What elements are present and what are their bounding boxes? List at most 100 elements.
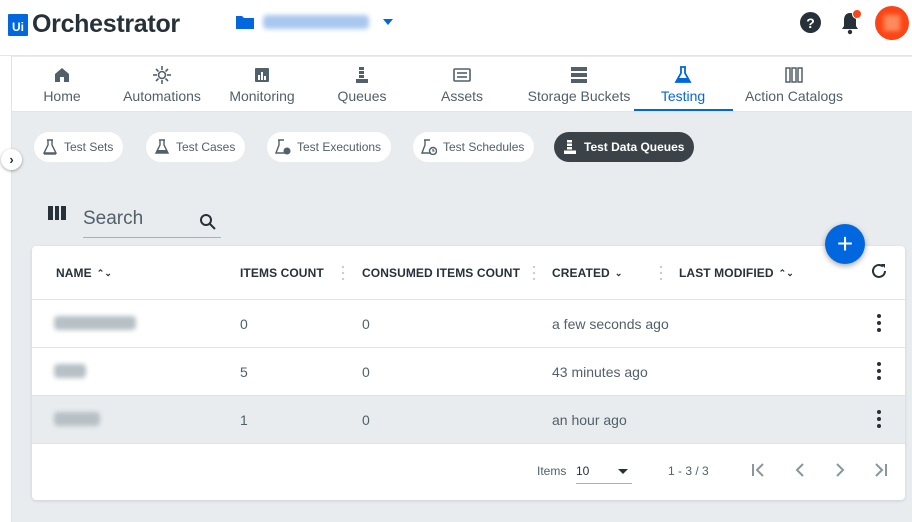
catalog-icon: [785, 67, 803, 83]
previous-page-icon[interactable]: [791, 461, 809, 479]
search-field: [83, 206, 221, 238]
grid-header: NAME ⌃⌄ ITEMS COUNT CONSUMED ITEMS COUNT…: [32, 246, 905, 300]
testing-icon: [674, 66, 692, 83]
app-logo[interactable]: Ui Orchestrator: [8, 10, 180, 39]
chip-test-cases[interactable]: Test Cases: [146, 132, 246, 162]
automations-icon: [153, 66, 171, 84]
nav-monitoring[interactable]: Monitoring: [224, 57, 300, 112]
column-header-last-modified[interactable]: LAST MODIFIED ⌃⌄: [679, 266, 794, 280]
column-header-name[interactable]: NAME ⌃⌄: [56, 266, 112, 280]
last-page-icon[interactable]: [871, 461, 889, 479]
nav-label: Monitoring: [229, 88, 295, 104]
table-row[interactable]: 5 0 43 minutes ago: [32, 348, 905, 396]
nav-testing[interactable]: Testing: [646, 57, 720, 112]
nav-assets[interactable]: Assets: [432, 57, 492, 112]
chip-test-data-queues[interactable]: Test Data Queues: [554, 132, 695, 162]
search-icon[interactable]: [199, 213, 217, 231]
created-cell: 43 minutes ago: [552, 364, 648, 380]
chip-test-executions[interactable]: Test Executions: [267, 132, 392, 162]
test-schedules-icon: [421, 139, 437, 155]
chip-label: Test Cases: [176, 140, 236, 154]
nav-queues[interactable]: Queues: [330, 57, 394, 112]
assets-icon: [453, 68, 471, 82]
sort-desc-icon: ⌄: [614, 267, 623, 278]
top-bar: Ui Orchestrator ?: [0, 0, 912, 56]
table-row[interactable]: 0 0 a few seconds ago: [32, 300, 905, 348]
folder-selector[interactable]: [235, 14, 393, 30]
search-input[interactable]: [83, 206, 193, 232]
test-cases-icon: [154, 139, 170, 154]
consumed-cell: 0: [362, 364, 370, 380]
columns-icon[interactable]: [48, 206, 67, 220]
page-range: 1 - 3 / 3: [668, 464, 709, 478]
chip-label: Test Executions: [297, 140, 382, 154]
main-nav: Home Automations Monitoring Queues Asset…: [12, 57, 912, 112]
chip-label: Test Sets: [64, 140, 114, 154]
items-label: Items: [537, 464, 567, 478]
consumed-cell: 0: [362, 316, 370, 332]
queues-icon: [356, 67, 368, 83]
page-size-select[interactable]: 10: [576, 458, 632, 484]
items-count-cell: 5: [240, 364, 248, 380]
column-header-consumed-items-count[interactable]: CONSUMED ITEMS COUNT: [362, 266, 520, 280]
table-row[interactable]: 1 0 an hour ago: [32, 396, 905, 444]
row-name-redacted: [54, 364, 86, 378]
nav-action-catalogs[interactable]: Action Catalogs: [742, 57, 846, 112]
left-rail: [0, 56, 12, 522]
more-options-icon[interactable]: [876, 362, 882, 380]
first-page-icon[interactable]: [750, 461, 768, 479]
nav-storage-buckets[interactable]: Storage Buckets: [518, 57, 640, 112]
add-button[interactable]: +: [825, 224, 865, 264]
monitoring-icon: [255, 68, 269, 82]
avatar[interactable]: [875, 6, 909, 40]
chevron-down-icon: [383, 19, 393, 25]
consumed-cell: 0: [362, 412, 370, 428]
sort-icon: ⌃⌄: [778, 267, 794, 278]
chip-label: Test Data Queues: [584, 140, 685, 154]
items-count-cell: 0: [240, 316, 248, 332]
sort-icon: ⌃⌄: [96, 267, 113, 278]
chevron-down-icon: [618, 469, 628, 474]
notification-dot: [852, 9, 862, 19]
column-header-items-count[interactable]: ITEMS COUNT: [240, 266, 324, 280]
chip-label: Test Schedules: [443, 140, 525, 154]
row-name-redacted: [54, 316, 136, 330]
column-header-created[interactable]: CREATED ⌄: [552, 266, 622, 280]
test-executions-icon: [275, 139, 291, 155]
storage-icon: [571, 67, 587, 83]
page-size-value: 10: [576, 464, 590, 478]
active-tab-indicator: [634, 109, 733, 111]
queues-icon: [564, 140, 576, 154]
chevron-right-icon[interactable]: ›: [1, 149, 22, 170]
nav-label: Home: [43, 88, 81, 104]
test-sets-icon: [42, 139, 58, 155]
next-page-icon[interactable]: [831, 461, 849, 479]
nav-label: Automations: [123, 88, 201, 104]
logo-mark: Ui: [8, 13, 28, 36]
created-cell: an hour ago: [552, 412, 627, 428]
nav-label: Action Catalogs: [744, 88, 844, 104]
more-options-icon[interactable]: [876, 314, 882, 332]
more-options-icon[interactable]: [876, 410, 882, 428]
nav-label: Queues: [337, 88, 387, 104]
column-resize-handle[interactable]: [340, 264, 346, 282]
nav-home[interactable]: Home: [32, 57, 92, 112]
data-grid: NAME ⌃⌄ ITEMS COUNT CONSUMED ITEMS COUNT…: [32, 246, 905, 500]
nav-label: Storage Buckets: [527, 88, 631, 104]
row-name-redacted: [54, 412, 100, 426]
folder-icon: [236, 16, 254, 29]
column-resize-handle[interactable]: [531, 264, 537, 282]
pagination-bar: Items 10 1 - 3 / 3: [32, 444, 905, 500]
chip-test-sets[interactable]: Test Sets: [34, 132, 124, 162]
nav-automations[interactable]: Automations: [118, 57, 206, 112]
refresh-icon[interactable]: [870, 262, 888, 280]
chip-test-schedules[interactable]: Test Schedules: [413, 132, 535, 162]
folder-name-redacted: [263, 15, 369, 29]
created-cell: a few seconds ago: [552, 316, 669, 332]
nav-label: Assets: [440, 88, 483, 104]
nav-label: Testing: [660, 88, 706, 104]
home-icon: [55, 68, 69, 82]
items-count-cell: 1: [240, 412, 248, 428]
help-icon[interactable]: ?: [800, 12, 821, 33]
column-resize-handle[interactable]: [658, 264, 664, 282]
